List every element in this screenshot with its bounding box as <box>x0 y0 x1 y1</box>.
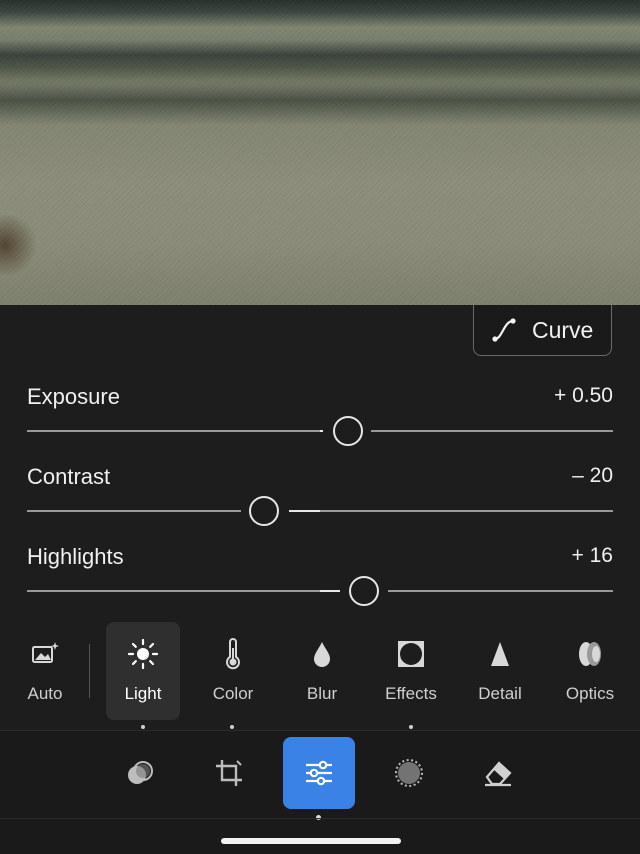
exposure-value[interactable]: + 0.50 <box>554 384 613 408</box>
tool-blur[interactable]: Blur <box>285 622 359 720</box>
eraser-icon <box>485 761 512 787</box>
vignette-icon <box>395 638 427 670</box>
highlights-slider[interactable]: Highlights + 16 <box>27 544 613 606</box>
color-edited-dot <box>230 725 234 729</box>
bottom-toolbar <box>0 730 640 854</box>
contrast-label: Contrast <box>27 464 111 489</box>
photo-preview[interactable] <box>0 0 640 305</box>
toolbar-separator <box>0 818 640 819</box>
tool-light[interactable]: Light <box>106 622 180 720</box>
photo-grain <box>0 0 640 305</box>
tool-optics[interactable]: Optics <box>553 622 627 720</box>
auto-divider <box>89 644 90 698</box>
presets-icon <box>128 761 153 784</box>
drop-icon <box>306 638 338 670</box>
contrast-knob[interactable] <box>249 496 279 526</box>
curve-button[interactable]: Curve <box>473 305 612 356</box>
adjust-sliders-icon <box>306 760 332 786</box>
contrast-value[interactable]: – 20 <box>572 464 613 488</box>
contrast-track[interactable] <box>27 510 613 512</box>
lens-icon <box>574 638 606 670</box>
tool-blur-label: Blur <box>306 684 338 703</box>
tool-auto[interactable]: Auto <box>8 622 82 720</box>
tool-effects[interactable]: Effects <box>374 622 448 720</box>
tool-color-label: Color <box>212 684 254 703</box>
curve-label: Curve <box>532 316 594 343</box>
contrast-slider[interactable]: Contrast – 20 <box>27 464 613 526</box>
presets-button[interactable] <box>104 737 176 809</box>
crop-icon <box>216 760 242 786</box>
tool-detail[interactable]: Detail <box>463 622 537 720</box>
tool-color[interactable]: Color <box>196 622 270 720</box>
sun-icon <box>127 638 159 670</box>
highlights-value[interactable]: + 16 <box>572 544 613 568</box>
thermometer-icon <box>217 638 249 670</box>
highlights-label: Highlights <box>27 544 124 569</box>
tool-detail-label: Detail <box>478 684 522 703</box>
home-indicator[interactable] <box>221 838 401 844</box>
tool-effects-label: Effects <box>385 684 437 703</box>
masking-icon <box>395 759 423 787</box>
exposure-slider[interactable]: Exposure + 0.50 <box>27 384 613 446</box>
crop-button[interactable] <box>193 737 265 809</box>
adjust-button[interactable] <box>283 737 355 809</box>
auto-icon <box>29 638 61 670</box>
masking-button[interactable] <box>373 737 445 809</box>
tool-auto-label: Auto <box>27 684 63 703</box>
light-edited-dot <box>141 725 145 729</box>
exposure-knob[interactable] <box>333 416 363 446</box>
highlights-knob[interactable] <box>349 576 379 606</box>
exposure-label: Exposure <box>27 384 120 409</box>
effects-edited-dot <box>409 725 413 729</box>
contrast-fill <box>289 510 320 512</box>
tool-light-label: Light <box>124 684 162 703</box>
tool-optics-label: Optics <box>565 684 615 703</box>
triangle-icon <box>484 638 516 670</box>
eraser-button[interactable] <box>462 737 534 809</box>
curve-icon <box>492 318 516 342</box>
